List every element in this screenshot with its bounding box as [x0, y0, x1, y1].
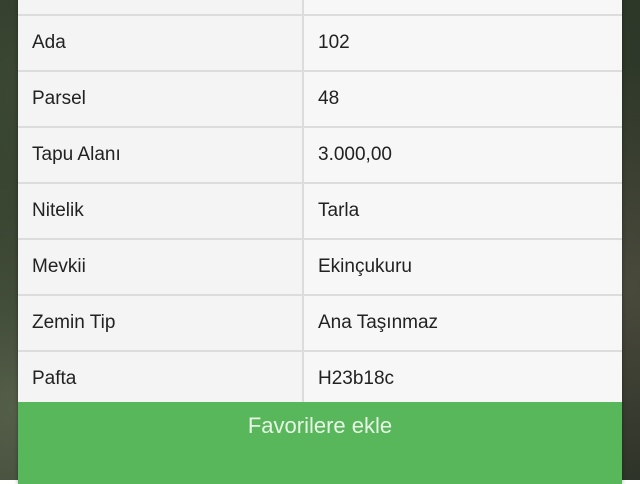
row-value-mevkii: Ekinçukuru [303, 239, 622, 296]
row-value-parsel: 48 [303, 71, 622, 128]
row-label-nitelik: Nitelik [18, 183, 304, 240]
row-value-ada: 102 [303, 15, 622, 72]
table-row-nitelik: Nitelik Tarla [18, 183, 622, 240]
table-row-zemin-tip: Zemin Tip Ana Taşınmaz [18, 295, 622, 352]
table-row-tapu-alani: Tapu Alanı 3.000,00 [18, 127, 622, 184]
row-label-tapu-alani: Tapu Alanı [18, 127, 304, 184]
row-value [303, 0, 622, 16]
row-label-ada: Ada [18, 15, 304, 72]
table-row-pafta: Pafta H23b18c [18, 351, 622, 408]
row-value-pafta: H23b18c [303, 351, 622, 408]
table-row-mevkii: Mevkii Ekinçukuru [18, 239, 622, 296]
parcel-info-panel: Ada 102 Parsel 48 Tapu Alanı 3.000,00 Ni… [18, 0, 622, 484]
add-to-favorites-button[interactable]: Favorilere ekle [18, 402, 622, 484]
row-label-parsel: Parsel [18, 71, 304, 128]
table-row-parsel: Parsel 48 [18, 71, 622, 128]
row-label [18, 0, 304, 16]
table-row-ada: Ada 102 [18, 15, 622, 72]
row-label-zemin-tip: Zemin Tip [18, 295, 304, 352]
add-to-favorites-label: Favorilere ekle [247, 413, 393, 438]
table-row [18, 0, 622, 16]
row-value-nitelik: Tarla [303, 183, 622, 240]
row-value-tapu-alani: 3.000,00 [303, 127, 622, 184]
parcel-info-table: Ada 102 Parsel 48 Tapu Alanı 3.000,00 Ni… [18, 0, 622, 408]
row-value-zemin-tip: Ana Taşınmaz [303, 295, 622, 352]
row-label-pafta: Pafta [18, 351, 304, 408]
row-label-mevkii: Mevkii [18, 239, 304, 296]
